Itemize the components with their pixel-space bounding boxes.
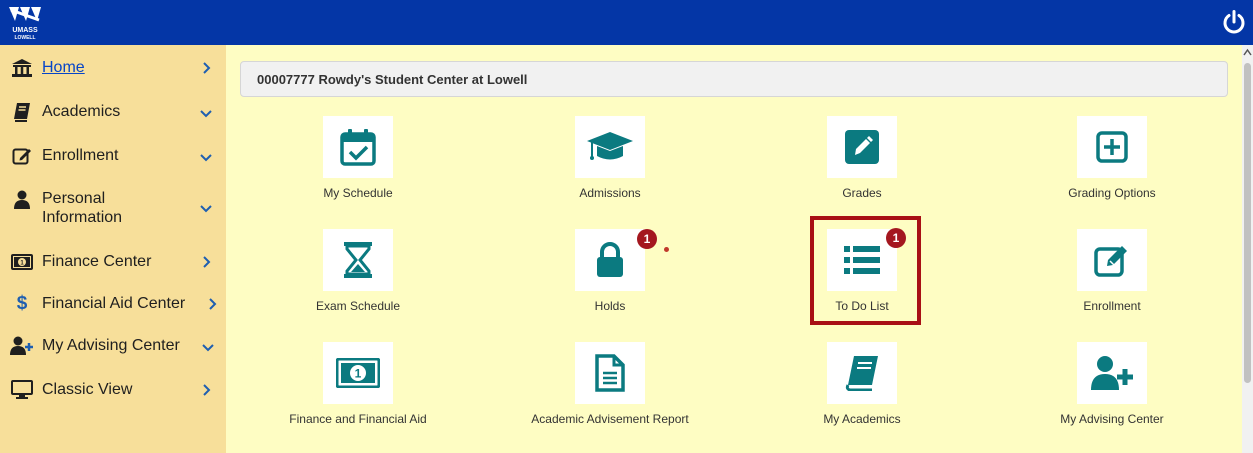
scroll-up-arrow-icon[interactable]	[1243, 48, 1252, 57]
sidebar-item-personal-information[interactable]: Personal Information	[0, 185, 226, 233]
main-content: 00007777 Rowdy's Student Center at Lowel…	[226, 45, 1242, 453]
tile-academic-advisement-report[interactable]: Academic Advisement Report	[510, 342, 710, 442]
logo-text-umass: UMASS	[12, 27, 38, 34]
edit-icon	[1077, 229, 1147, 291]
page-title: 00007777 Rowdy's Student Center at Lowel…	[240, 61, 1228, 97]
sidebar-item-enrollment[interactable]: Enrollment	[0, 141, 226, 171]
dollar-icon: $	[16, 293, 28, 314]
sidebar-item-my-advising-center[interactable]: My Advising Center	[0, 331, 226, 361]
chevron-right-icon	[203, 384, 211, 396]
chevron-right-icon	[203, 62, 211, 74]
book-icon	[10, 101, 34, 123]
tile-my-advising-center[interactable]: My Advising Center	[1012, 342, 1212, 442]
tile-label: My Advising Center	[1060, 412, 1164, 426]
sidebar-item-label: Financial Aid Center	[42, 295, 186, 312]
tile-enrollment[interactable]: Enrollment	[1012, 229, 1212, 329]
tile-grades[interactable]: Grades	[762, 116, 962, 216]
tile-grading-options[interactable]: Grading Options	[1012, 116, 1212, 216]
tile-exam-schedule[interactable]: Exam Schedule	[258, 229, 458, 329]
edit-icon	[10, 145, 34, 167]
sidebar-item-financial-aid-center[interactable]: $ Financial Aid Center	[0, 289, 226, 319]
to-do-list-highlight-box	[810, 216, 921, 325]
monitor-icon	[10, 379, 34, 401]
tile-my-schedule[interactable]: My Schedule	[258, 116, 458, 216]
sidebar-item-label: Classic View	[42, 381, 133, 398]
sidebar-item-label: My Advising Center	[42, 337, 180, 354]
tile-label: Enrollment	[1083, 299, 1141, 313]
tile-label: Admissions	[579, 186, 641, 200]
chevron-right-icon	[209, 298, 217, 310]
sidebar-item-label: Academics	[42, 103, 121, 120]
tile-label: Finance and Financial Aid	[289, 412, 427, 426]
tile-label: My Schedule	[323, 186, 393, 200]
tile-label: Grades	[842, 186, 882, 200]
top-bar: UMASS LOWELL	[0, 0, 1253, 45]
document-icon	[575, 342, 645, 404]
money-bill-icon: 1	[323, 342, 393, 404]
sidebar-item-academics[interactable]: Academics	[0, 97, 226, 127]
tile-my-academics[interactable]: My Academics	[762, 342, 962, 442]
chevron-right-icon	[203, 256, 211, 268]
sidebar-item-label-line-2: Information	[42, 209, 123, 226]
chevron-down-icon	[200, 205, 212, 213]
svg-text:1: 1	[355, 367, 362, 381]
tile-label: Academic Advisement Report	[531, 412, 689, 426]
graduation-cap-icon	[575, 116, 645, 178]
umass-lowell-logo[interactable]: UMASS LOWELL	[6, 4, 44, 42]
sidebar-item-label: Finance Center	[42, 253, 152, 270]
scrollbar-thumb[interactable]	[1244, 63, 1251, 383]
tile-finance-and-financial-aid[interactable]: 1 Finance and Financial Aid	[258, 342, 458, 442]
logo-text-lowell: LOWELL	[14, 35, 35, 41]
book-icon	[827, 342, 897, 404]
sidebar-item-classic-view[interactable]: Classic View	[0, 375, 226, 405]
status-dot	[664, 247, 669, 252]
tile-label: Exam Schedule	[315, 299, 401, 313]
tile-label: Holds	[594, 299, 626, 313]
user-plus-icon	[1077, 342, 1147, 404]
user-plus-icon	[10, 335, 34, 357]
sidebar-item-label: Enrollment	[42, 147, 119, 164]
tile-label: Grading Options	[1068, 186, 1156, 200]
plus-square-icon	[1077, 116, 1147, 178]
hourglass-icon	[323, 229, 393, 291]
holds-badge: 1	[637, 229, 657, 249]
calendar-check-icon	[323, 116, 393, 178]
tile-admissions[interactable]: Admissions	[510, 116, 710, 216]
vertical-scrollbar[interactable]	[1242, 45, 1253, 453]
sidebar: Home Academics Enrollment Personal Infor…	[0, 45, 226, 453]
user-icon	[10, 189, 34, 211]
lock-icon	[575, 229, 645, 291]
sidebar-item-finance-center[interactable]: 1 Finance Center	[0, 247, 226, 277]
pencil-square-icon	[827, 116, 897, 178]
money-bill-icon: 1	[10, 251, 34, 273]
tile-holds[interactable]: 1 Holds	[510, 229, 710, 329]
building-columns-icon	[10, 57, 34, 79]
chevron-down-icon	[200, 110, 212, 118]
sidebar-item-home[interactable]: Home	[0, 53, 226, 83]
chevron-down-icon	[200, 154, 212, 162]
power-icon[interactable]	[1221, 9, 1247, 35]
chevron-down-icon	[202, 344, 214, 352]
sidebar-item-label[interactable]: Home	[42, 57, 85, 79]
tile-label: My Academics	[823, 412, 901, 426]
